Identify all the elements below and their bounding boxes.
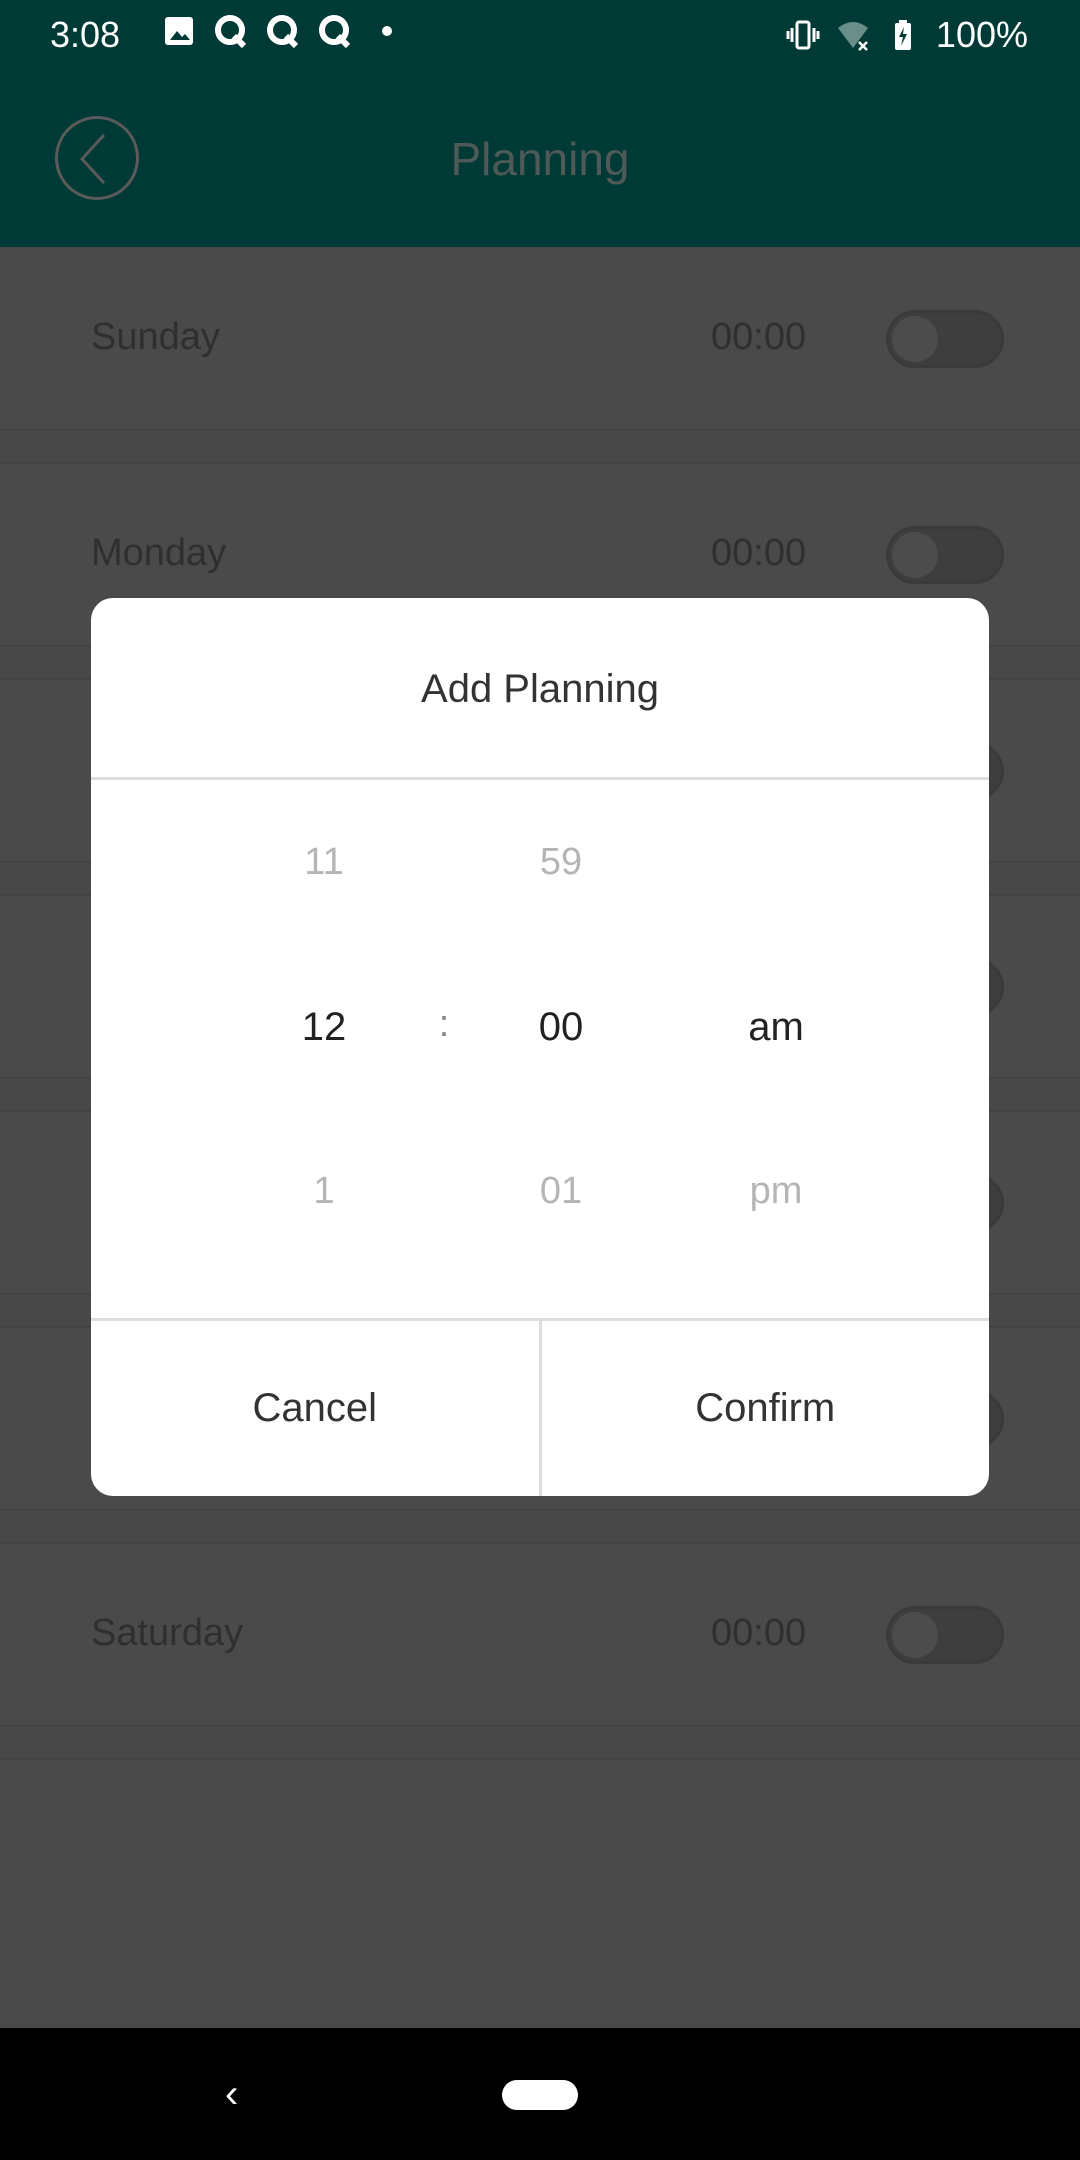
day-row[interactable]: Sunday 00:00 [0, 248, 1080, 431]
day-row[interactable]: Saturday 00:00 [0, 1544, 1080, 1727]
hour-next[interactable]: 1 [313, 1170, 334, 1213]
row-divider [0, 431, 1080, 464]
page-title: Planning [450, 133, 630, 185]
home-pill-icon[interactable] [502, 2080, 578, 2110]
minute-prev[interactable]: 59 [540, 841, 582, 884]
q-app-icon [267, 15, 299, 48]
period-selected[interactable]: am [748, 1005, 804, 1050]
row-divider [0, 1727, 1080, 1760]
minute-selected[interactable]: 00 [539, 1005, 584, 1050]
q-app-icon [215, 15, 247, 48]
day-time[interactable]: 00:00 [711, 1612, 806, 1655]
day-time[interactable]: 00:00 [711, 532, 806, 575]
hour-prev[interactable]: 11 [304, 841, 343, 884]
day-toggle[interactable] [886, 526, 1004, 584]
cancel-button[interactable]: Cancel [91, 1321, 539, 1496]
nav-back-icon[interactable]: ‹ [225, 2072, 238, 2117]
status-bar: 3:08 100% [0, 0, 1080, 76]
wifi-off-icon [837, 22, 868, 51]
battery-charging-icon [894, 20, 911, 50]
q-app-icon [319, 15, 351, 48]
minute-next[interactable]: 01 [540, 1170, 582, 1213]
toggle-knob [892, 316, 938, 362]
hour-selected[interactable]: 12 [302, 1005, 347, 1050]
image-icon [165, 17, 193, 45]
dot-icon [382, 26, 392, 36]
vibrate-icon [786, 20, 820, 50]
day-label: Monday [91, 532, 227, 574]
battery-percent: 100% [935, 14, 1028, 55]
add-planning-dialog: Add Planning 11 12 1 : 59 00 01 am pm Ca… [91, 598, 989, 1496]
day-toggle[interactable] [886, 1606, 1004, 1664]
toggle-knob [892, 532, 938, 578]
confirm-button[interactable]: Confirm [538, 1321, 990, 1496]
day-toggle[interactable] [886, 310, 1004, 368]
dialog-title: Add Planning [91, 598, 989, 780]
day-label: Saturday [91, 1612, 244, 1654]
day-label: Sunday [91, 316, 220, 358]
toggle-knob [892, 1612, 938, 1658]
period-next[interactable]: pm [750, 1170, 803, 1213]
row-divider [0, 1511, 1080, 1544]
day-time[interactable]: 00:00 [711, 316, 806, 359]
status-time: 3:08 [50, 14, 121, 55]
time-separator: : [438, 1003, 450, 1045]
navigation-bar: ‹ [0, 2028, 1080, 2160]
app-header: Planning [0, 76, 1080, 247]
